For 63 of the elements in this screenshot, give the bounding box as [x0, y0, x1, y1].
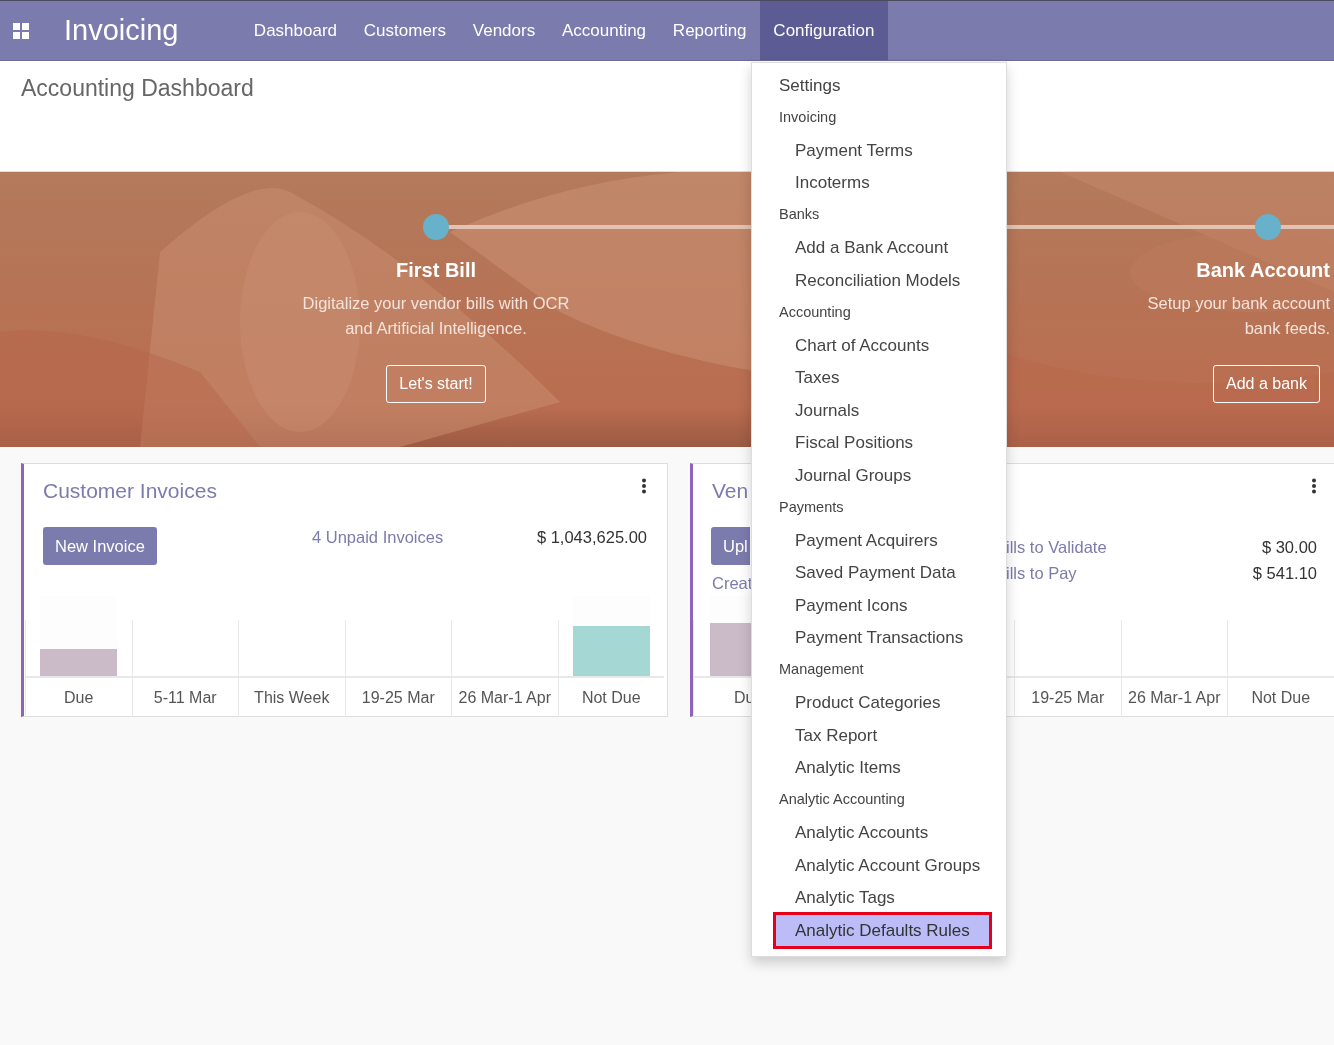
menu-item[interactable]: Product Categories	[752, 689, 1006, 717]
create-link[interactable]: Creat	[712, 570, 751, 596]
nav-menu-item[interactable]: Customers	[350, 1, 460, 60]
menu-item[interactable]: Analytic Account Groups	[752, 851, 1006, 879]
nav-menu-item[interactable]: Vendors	[459, 1, 549, 60]
amount-text: $ 541.10	[1252, 563, 1317, 584]
step-description: Digitalize your vendor bills with OCR and Artificial Intelligence.	[302, 293, 570, 339]
menu-item[interactable]: Taxes	[752, 364, 1006, 392]
nav-menu-item[interactable]: Reporting	[659, 1, 760, 60]
summary-link[interactable]: ills to Pay	[1006, 560, 1077, 586]
menu-item[interactable]: Saved Payment Data	[752, 559, 1006, 587]
menu-item[interactable]: Chart of Accounts	[752, 331, 1006, 359]
step-title: Bank Account	[1195, 258, 1330, 282]
menu-section-header: Banks	[778, 205, 820, 225]
axis-label: Due	[63, 688, 95, 708]
axis-label: 26 Mar-1 Apr	[1127, 688, 1222, 708]
primary-button[interactable]: Upl	[711, 527, 750, 565]
menu-item[interactable]: Incoterms	[752, 169, 1006, 197]
step-description: Setup your bank account bank feeds.	[1146, 293, 1330, 339]
menu-item[interactable]: Journals	[752, 396, 1006, 424]
summary-link[interactable]: ills to Validate	[1006, 534, 1107, 560]
axis-label: Not Due	[1250, 688, 1312, 708]
axis-label: 5-11 Mar	[152, 688, 218, 708]
menu-section-header: Accounting	[778, 302, 851, 322]
app-name: Invoicing	[64, 16, 179, 45]
axis-label: This Week	[253, 688, 331, 708]
axis-label: Not Due	[580, 688, 642, 708]
menu-section-header: Management	[778, 660, 864, 680]
kebab-menu-icon[interactable]	[1311, 478, 1317, 494]
menu-item[interactable]: Analytic Accounts	[752, 819, 1006, 847]
menu-section-header: Payments	[778, 497, 844, 517]
menu-section-header: Invoicing	[778, 107, 837, 127]
nav-menu-item[interactable]: Configuration	[759, 1, 888, 60]
menu-item[interactable]: Add a Bank Account	[752, 234, 1006, 262]
page-title: Accounting Dashboard	[21, 75, 254, 103]
amount-text: $ 30.00	[1261, 537, 1317, 558]
summary-link[interactable]: 4 Unpaid Invoices	[312, 524, 444, 550]
menu-item[interactable]: Analytic Items	[752, 754, 1006, 782]
amount-text: $ 1,043,625.00	[536, 527, 647, 548]
kebab-menu-icon[interactable]	[641, 478, 647, 494]
menu-item[interactable]: Fiscal Positions	[752, 429, 1006, 457]
step-title: First Bill	[396, 258, 476, 282]
menu-item[interactable]: Payment Transactions	[752, 624, 1006, 652]
axis-label: 19-25 Mar	[1030, 688, 1106, 708]
nav-menu-item[interactable]: Dashboard	[240, 1, 351, 60]
nav-menu-item[interactable]: Accounting	[548, 1, 660, 60]
menu-item[interactable]: Reconciliation Models	[752, 266, 1006, 294]
menu-item[interactable]: Analytic Tags	[752, 884, 1006, 912]
step-button[interactable]: Add a bank	[1213, 365, 1320, 403]
primary-button[interactable]: New Invoice	[43, 527, 157, 565]
card-title: Ven	[712, 478, 750, 504]
axis-label: 26 Mar-1 Apr	[457, 688, 552, 708]
menu-section-header: Analytic Accounting	[778, 790, 905, 810]
menu-item[interactable]: Payment Icons	[752, 591, 1006, 619]
menu-item[interactable]: Payment Acquirers	[752, 526, 1006, 554]
menu-item[interactable]: Tax Report	[752, 721, 1006, 749]
apps-grid-icon[interactable]	[13, 22, 29, 39]
menu-item[interactable]: Journal Groups	[752, 461, 1006, 489]
card-title: Customer Invoices	[43, 478, 217, 504]
menu-item[interactable]: Analytic Defaults Rules	[773, 911, 992, 949]
menu-item[interactable]: Settings	[752, 71, 1006, 99]
axis-label: 19-25 Mar	[360, 688, 436, 708]
menu-item[interactable]: Payment Terms	[752, 136, 1006, 164]
